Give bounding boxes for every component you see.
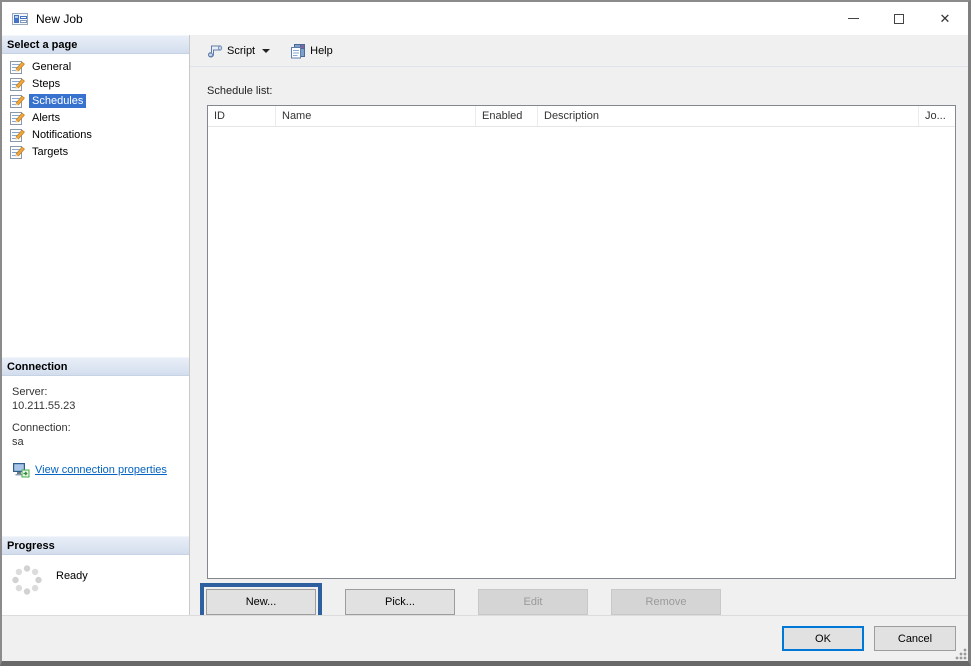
page-icon	[9, 59, 25, 75]
close-icon: ✕	[940, 12, 951, 25]
help-icon	[290, 43, 306, 59]
connection-properties-icon	[12, 462, 30, 478]
progress-header: Progress	[2, 536, 189, 555]
sidebar-item-alerts[interactable]: Alerts	[2, 109, 189, 126]
pick-schedule-button[interactable]: Pick...	[345, 589, 455, 615]
new-job-dialog: New Job ✕ Select a page	[0, 0, 971, 666]
edit-schedule-button[interactable]: Edit	[478, 589, 588, 615]
connection-value: sa	[12, 436, 189, 448]
sidebar-item-targets[interactable]: Targets	[2, 143, 189, 160]
schedule-list-table[interactable]: ID Name Enabled Description Jo...	[207, 105, 956, 579]
new-job-dialog-icon	[12, 11, 28, 27]
minimize-icon	[848, 18, 859, 19]
page-icon	[9, 144, 25, 160]
script-button-label: Script	[227, 45, 255, 57]
resize-grip[interactable]	[955, 648, 967, 660]
sidebar: Select a page General	[2, 35, 190, 615]
sidebar-item-label: Alerts	[29, 111, 63, 125]
sidebar-item-general[interactable]: General	[2, 58, 189, 75]
ok-button[interactable]: OK	[782, 626, 864, 651]
dialog-footer: OK Cancel	[2, 615, 968, 661]
column-header-id[interactable]: ID	[208, 106, 276, 126]
new-schedule-button[interactable]: New...	[206, 589, 316, 615]
column-header-jobs[interactable]: Jo...	[919, 106, 955, 126]
connection-header: Connection	[2, 357, 189, 376]
column-header-name[interactable]: Name	[276, 106, 476, 126]
page-icon	[9, 76, 25, 92]
sidebar-item-label: Notifications	[29, 128, 95, 142]
window-controls: ✕	[830, 2, 968, 35]
toolbar: Script Help	[190, 35, 968, 67]
remove-schedule-button[interactable]: Remove	[611, 589, 721, 615]
cancel-button[interactable]: Cancel	[874, 626, 956, 651]
main-panel: Script Help Schedule list:	[190, 35, 968, 615]
select-a-page-section: Select a page General	[2, 35, 189, 160]
title-bar: New Job ✕	[2, 2, 968, 35]
server-value: 10.211.55.23	[12, 400, 189, 412]
page-icon	[9, 93, 25, 109]
dialog-body: Select a page General	[2, 35, 968, 615]
sidebar-item-label: Steps	[29, 77, 63, 91]
table-body-empty[interactable]	[208, 127, 955, 578]
sidebar-item-label: Schedules	[29, 94, 86, 108]
select-a-page-header: Select a page	[2, 35, 189, 54]
schedule-list-label: Schedule list:	[207, 85, 956, 97]
progress-status: Ready	[56, 570, 88, 582]
maximize-button[interactable]	[876, 2, 922, 35]
view-connection-properties-link[interactable]: View connection properties	[35, 464, 167, 476]
maximize-icon	[894, 14, 904, 24]
script-icon	[207, 43, 223, 59]
connection-section: Connection Server: 10.211.55.23 Connecti…	[2, 357, 189, 478]
script-button[interactable]: Script	[200, 39, 277, 63]
column-header-description[interactable]: Description	[538, 106, 919, 126]
page-icon	[9, 110, 25, 126]
window-title: New Job	[36, 12, 83, 26]
help-button[interactable]: Help	[283, 39, 340, 63]
minimize-button[interactable]	[830, 2, 876, 35]
table-header-row: ID Name Enabled Description Jo...	[208, 106, 955, 127]
page-list: General Steps	[2, 54, 189, 160]
close-button[interactable]: ✕	[922, 2, 968, 35]
progress-section: Progress Read	[2, 536, 189, 597]
page-icon	[9, 127, 25, 143]
sidebar-item-label: Targets	[29, 145, 71, 159]
sidebar-item-steps[interactable]: Steps	[2, 75, 189, 92]
sidebar-item-notifications[interactable]: Notifications	[2, 126, 189, 143]
column-header-enabled[interactable]: Enabled	[476, 106, 538, 126]
sidebar-item-label: General	[29, 60, 74, 74]
server-label: Server:	[12, 386, 189, 398]
connection-label: Connection:	[12, 422, 189, 434]
help-button-label: Help	[310, 45, 333, 57]
schedules-page-content: Schedule list: ID Name Enabled Descripti…	[190, 67, 968, 621]
script-dropdown-caret-icon	[262, 49, 270, 53]
progress-spinner-icon	[10, 563, 44, 597]
sidebar-item-schedules[interactable]: Schedules	[2, 92, 189, 109]
